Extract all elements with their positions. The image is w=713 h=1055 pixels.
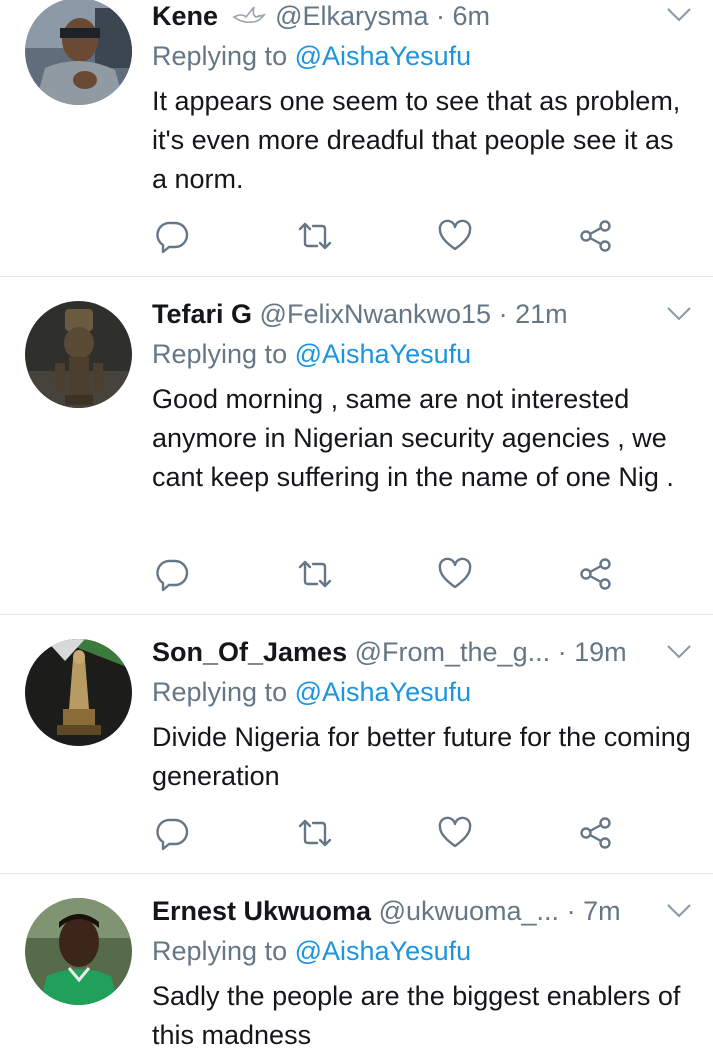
tweet-text: Sadly the people are the biggest enabler… (152, 981, 681, 1050)
tweet-header: Tefari G @FelixNwankwo15 · 21m (152, 298, 568, 330)
reply-icon[interactable] (155, 815, 191, 851)
separator-dot: · (436, 1, 446, 31)
tweet[interactable]: Tefari G @FelixNwankwo15 · 21m Replying … (0, 277, 713, 614)
chevron-down-icon[interactable] (666, 305, 692, 323)
mention-link[interactable]: @AishaYesufu (295, 677, 472, 707)
replying-to-label: Replying to (152, 677, 288, 707)
avatar[interactable] (25, 898, 132, 1005)
replying-to: Replying to @AishaYesufu (152, 337, 471, 371)
heart-icon[interactable] (437, 218, 473, 254)
replying-to-label: Replying to (152, 936, 288, 966)
reply-icon[interactable] (155, 556, 191, 592)
user-handle[interactable]: @FelixNwankwo15 (260, 299, 492, 329)
mention-link[interactable]: @AishaYesufu (295, 936, 472, 966)
retweet-icon[interactable] (297, 218, 333, 254)
mention-link[interactable]: @AishaYesufu (295, 339, 472, 369)
tweet-header: Son_Of_James @From_the_g... · 19m (152, 636, 627, 668)
separator-dot: · (557, 637, 567, 667)
chevron-down-icon[interactable] (666, 6, 692, 24)
replying-to-label: Replying to (152, 41, 288, 71)
tweet-text: It appears one seem to see that as probl… (152, 86, 681, 194)
display-name[interactable]: Ernest Ukwuoma (152, 896, 371, 926)
avatar[interactable] (25, 301, 132, 408)
display-name[interactable]: Tefari G (152, 299, 252, 329)
mention-link[interactable]: @AishaYesufu (295, 41, 472, 71)
timestamp[interactable]: 7m (583, 896, 621, 926)
tweet-header: Ernest Ukwuoma @ukwuoma_... · 7m (152, 895, 621, 927)
reply-feed: Kene @Elkarysma · 6m Replying to @AishaY… (0, 0, 713, 1050)
tweet[interactable]: Kene @Elkarysma · 6m Replying to @AishaY… (0, 0, 713, 276)
share-icon[interactable] (578, 815, 614, 851)
timestamp[interactable]: 21m (515, 299, 568, 329)
tweet-text: Divide Nigeria for better future for the… (152, 722, 691, 791)
tweet-text: Good morning , same are not interested a… (152, 384, 674, 492)
replying-to: Replying to @AishaYesufu (152, 39, 471, 73)
dove-icon (232, 2, 266, 26)
chevron-down-icon[interactable] (666, 643, 692, 661)
tweet[interactable]: Son_Of_James @From_the_g... · 19m Replyi… (0, 615, 713, 873)
user-handle[interactable]: @From_the_g... (355, 637, 551, 667)
display-name[interactable]: Kene (152, 1, 218, 31)
chevron-down-icon[interactable] (666, 902, 692, 920)
user-handle[interactable]: @Elkarysma (275, 1, 428, 31)
retweet-icon[interactable] (297, 815, 333, 851)
heart-icon[interactable] (437, 556, 473, 592)
share-icon[interactable] (578, 556, 614, 592)
reply-icon[interactable] (155, 218, 191, 254)
heart-icon[interactable] (437, 815, 473, 851)
tweet[interactable]: Ernest Ukwuoma @ukwuoma_... · 7m Replyin… (0, 874, 713, 1050)
user-handle[interactable]: @ukwuoma_... (379, 896, 559, 926)
tweet-header: Kene @Elkarysma · 6m (152, 0, 490, 32)
display-name[interactable]: Son_Of_James (152, 637, 347, 667)
retweet-icon[interactable] (297, 556, 333, 592)
replying-to-label: Replying to (152, 339, 288, 369)
timestamp[interactable]: 19m (574, 637, 627, 667)
share-icon[interactable] (578, 218, 614, 254)
replying-to: Replying to @AishaYesufu (152, 934, 471, 968)
separator-dot: · (498, 299, 508, 329)
replying-to: Replying to @AishaYesufu (152, 675, 471, 709)
avatar[interactable] (25, 0, 132, 105)
separator-dot: · (566, 896, 576, 926)
avatar[interactable] (25, 639, 132, 746)
timestamp[interactable]: 6m (453, 1, 491, 31)
